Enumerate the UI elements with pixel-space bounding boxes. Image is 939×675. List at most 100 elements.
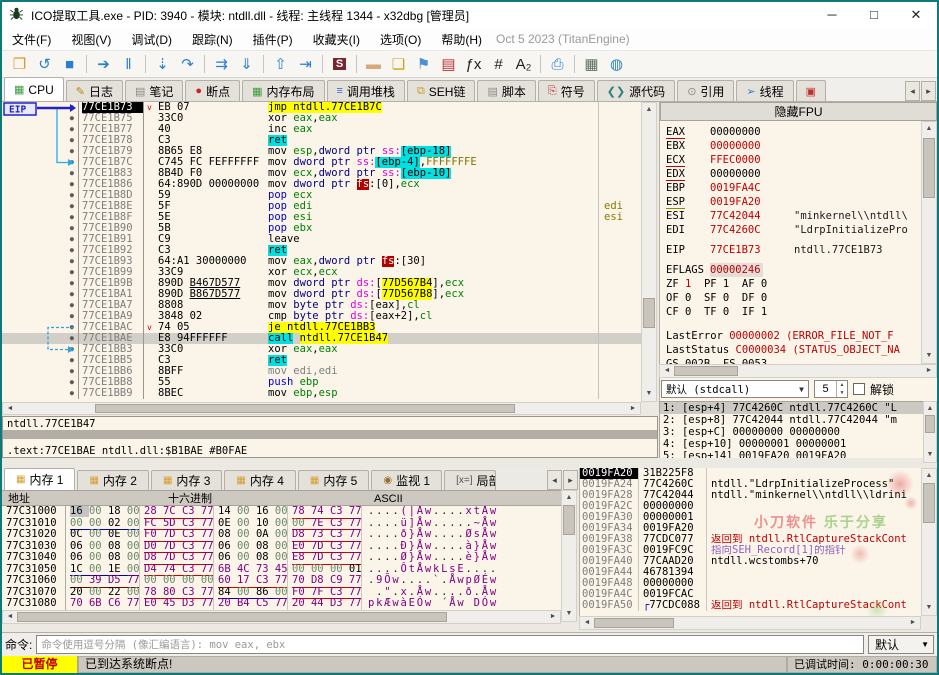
- scroll-arrow-icon[interactable]: ▼: [562, 608, 576, 620]
- register-row[interactable]: EBX 00000000: [666, 139, 922, 153]
- menu-item[interactable]: 视图(V): [61, 31, 121, 48]
- dump-tab-locals[interactable]: [x=]局部: [444, 470, 497, 490]
- globe-icon[interactable]: ◍: [604, 53, 629, 76]
- scroll-arrow-icon[interactable]: ▲: [924, 403, 936, 415]
- scroll-arrow-icon[interactable]: ▲: [922, 470, 936, 482]
- tab-log[interactable]: ✎ 日志: [65, 80, 123, 101]
- breakpoint-dot[interactable]: ●: [2, 190, 78, 201]
- scroll-thumb[interactable]: [925, 415, 935, 433]
- register-row[interactable]: EDX 00000000: [666, 167, 922, 181]
- argument-row[interactable]: 2: [esp+8] 77C42044 ntdll.77C42044 "m: [660, 414, 936, 426]
- scroll-arrow-icon[interactable]: ◄: [4, 403, 16, 414]
- scroll-arrow-icon[interactable]: ►: [547, 611, 559, 623]
- menu-item[interactable]: 选项(O): [370, 31, 431, 48]
- menu-item[interactable]: 插件(P): [243, 31, 303, 48]
- breakpoint-dot[interactable]: ●: [2, 366, 78, 377]
- tab-symbols[interactable]: ⎘ 符号: [537, 80, 595, 101]
- scroll-arrow-icon[interactable]: ▼: [642, 388, 656, 400]
- dump-row[interactable]: 77C31080 70 6B C6 77 E0 45 D3 77 20 B4 C5 7…: [2, 597, 561, 610]
- args-vscroll[interactable]: ▲ ▼: [923, 401, 937, 463]
- breakpoint-dot[interactable]: ●: [2, 113, 78, 124]
- register-row[interactable]: CF 0 TF 0 IF 1: [666, 305, 922, 319]
- breakpoint-dot[interactable]: ●: [2, 289, 78, 300]
- register-row[interactable]: ESP 0019FA20: [666, 195, 922, 209]
- breakpoint-dot[interactable]: ●: [2, 311, 78, 322]
- breakpoint-dot[interactable]: ●: [2, 201, 78, 212]
- tab-call-stack[interactable]: ≡ 调用堆栈: [326, 80, 405, 101]
- scroll-thumb[interactable]: [923, 138, 935, 198]
- register-row[interactable]: ESI 77C42044 "minkernel\\ntdll\: [666, 209, 922, 223]
- breakpoint-dot[interactable]: ●: [2, 377, 78, 388]
- scroll-arrow-icon[interactable]: ►: [627, 403, 639, 414]
- breakpoint-dot[interactable]: ●: [2, 223, 78, 234]
- disassembly-view[interactable]: ● 77CE1B73 v EB 07 jmp ntdll.77CE1B7C ● 77CE1B…: [2, 102, 641, 402]
- horizontal-splitter[interactable]: [2, 458, 937, 466]
- menu-item[interactable]: 跟踪(N): [182, 31, 243, 48]
- breakpoint-dot[interactable]: ●: [2, 146, 78, 157]
- dump-tab-memory-5[interactable]: ▦ 内存 5: [297, 470, 370, 490]
- breakpoint-dot[interactable]: ●: [2, 388, 78, 399]
- breakpoint-dot[interactable]: ●: [2, 344, 78, 355]
- scroll-arrow-icon[interactable]: ◄: [4, 611, 16, 623]
- scroll-thumb[interactable]: [594, 618, 674, 628]
- register-row[interactable]: OF 0 SF 0 DF 0: [666, 291, 922, 305]
- tab-scroll-left-icon[interactable]: ◂: [905, 81, 920, 101]
- registers-hscroll[interactable]: ◄ ►: [659, 364, 937, 378]
- open-file-icon[interactable]: ❐: [7, 53, 32, 76]
- stack-hscroll[interactable]: ◄ ►: [579, 616, 921, 630]
- register-row[interactable]: ECX FFEC0000: [666, 153, 922, 167]
- breakpoint-dot[interactable]: ●: [2, 179, 78, 190]
- breakpoint-dot[interactable]: ●: [2, 355, 78, 366]
- minimize-button[interactable]: ─: [811, 2, 853, 28]
- tab-breakpoints[interactable]: ● 断点: [185, 80, 241, 101]
- unlock-checkbox[interactable]: [853, 383, 865, 395]
- function-icon[interactable]: ƒx: [461, 53, 486, 76]
- argument-row[interactable]: 4: [esp+10] 00000001 00000001: [660, 438, 936, 450]
- scroll-arrow-icon[interactable]: ▼: [922, 350, 936, 362]
- scroll-arrow-icon[interactable]: ▲: [922, 123, 936, 135]
- tab-memory-map[interactable]: ▦ 内存布局: [242, 80, 325, 101]
- dump-hscroll[interactable]: ◄ ►: [2, 610, 561, 624]
- calculator-icon[interactable]: ▦: [579, 53, 604, 76]
- registers-list[interactable]: EAX 00000000 EBX 00000000 ECX FFEC0000 EDX 0000…: [660, 121, 922, 364]
- tab-seh[interactable]: ⧉ SEH链: [406, 80, 476, 101]
- argument-row[interactable]: 1: [esp+4] 77C4260C ntdll.77C4260C "L: [660, 402, 936, 414]
- breakpoint-dot[interactable]: ●: [2, 267, 78, 278]
- breakpoint-dot[interactable]: ●: [2, 322, 78, 333]
- hide-fpu-button[interactable]: 隐藏FPU: [660, 102, 937, 121]
- argument-row[interactable]: 3: [esp+C] 00000000 00000000: [660, 426, 936, 438]
- patch-icon[interactable]: ▬: [361, 53, 386, 76]
- breakpoint-dot[interactable]: ●: [2, 168, 78, 179]
- close-button[interactable]: ✕: [895, 2, 937, 28]
- hash-icon[interactable]: #: [486, 53, 511, 76]
- stepper-arrows[interactable]: ▲ ▼: [836, 381, 847, 397]
- stop-icon[interactable]: ■: [57, 53, 82, 76]
- restart-icon[interactable]: ↺: [32, 53, 57, 76]
- menu-item[interactable]: 帮助(H): [431, 31, 492, 48]
- breakpoint-dot[interactable]: ●: [2, 256, 78, 267]
- scroll-arrow-icon[interactable]: ▲: [642, 104, 656, 116]
- handles-icon[interactable]: ⎙: [545, 53, 570, 76]
- breakpoint-dot[interactable]: ●: [2, 245, 78, 256]
- command-input[interactable]: [36, 635, 864, 654]
- scroll-arrow-icon[interactable]: ▼: [924, 449, 936, 461]
- disasm-vscroll[interactable]: ▲ ▼: [641, 102, 657, 402]
- register-row[interactable]: LastError 00000002 (ERROR_FILE_NOT_F: [666, 329, 922, 343]
- breakpoint-dot[interactable]: ●: [2, 234, 78, 245]
- breakpoint-dot[interactable]: ●: [2, 102, 78, 113]
- tab-notes[interactable]: ▤ 笔记: [124, 80, 184, 101]
- argument-count-stepper[interactable]: 5 ▲ ▼: [814, 380, 848, 398]
- register-row[interactable]: EDI 77C4260C "LdrpInitializePro: [666, 223, 922, 237]
- run-to-user-icon[interactable]: ⇥: [293, 53, 318, 76]
- breakpoint-dot[interactable]: ●: [2, 135, 78, 146]
- scroll-arrow-icon[interactable]: ►: [907, 617, 919, 629]
- run-icon[interactable]: ➔: [91, 53, 116, 76]
- tab-source[interactable]: ❮❯ 源代码: [596, 80, 676, 101]
- dump-tab-memory-1[interactable]: ▦ 内存 1: [4, 468, 76, 490]
- dump-tab-memory-2[interactable]: ▦ 内存 2: [77, 470, 149, 490]
- hex-dump-view[interactable]: 77C31000 16 00 18 00 28 7C C3 77 14 00 16 0…: [2, 506, 561, 610]
- calling-convention-select[interactable]: 默认 (stdcall) ▼: [661, 380, 809, 398]
- spider-icon[interactable]: S: [327, 53, 352, 76]
- breakpoint-dot[interactable]: ●: [2, 157, 78, 168]
- scroll-arrow-icon[interactable]: ◄: [661, 365, 673, 377]
